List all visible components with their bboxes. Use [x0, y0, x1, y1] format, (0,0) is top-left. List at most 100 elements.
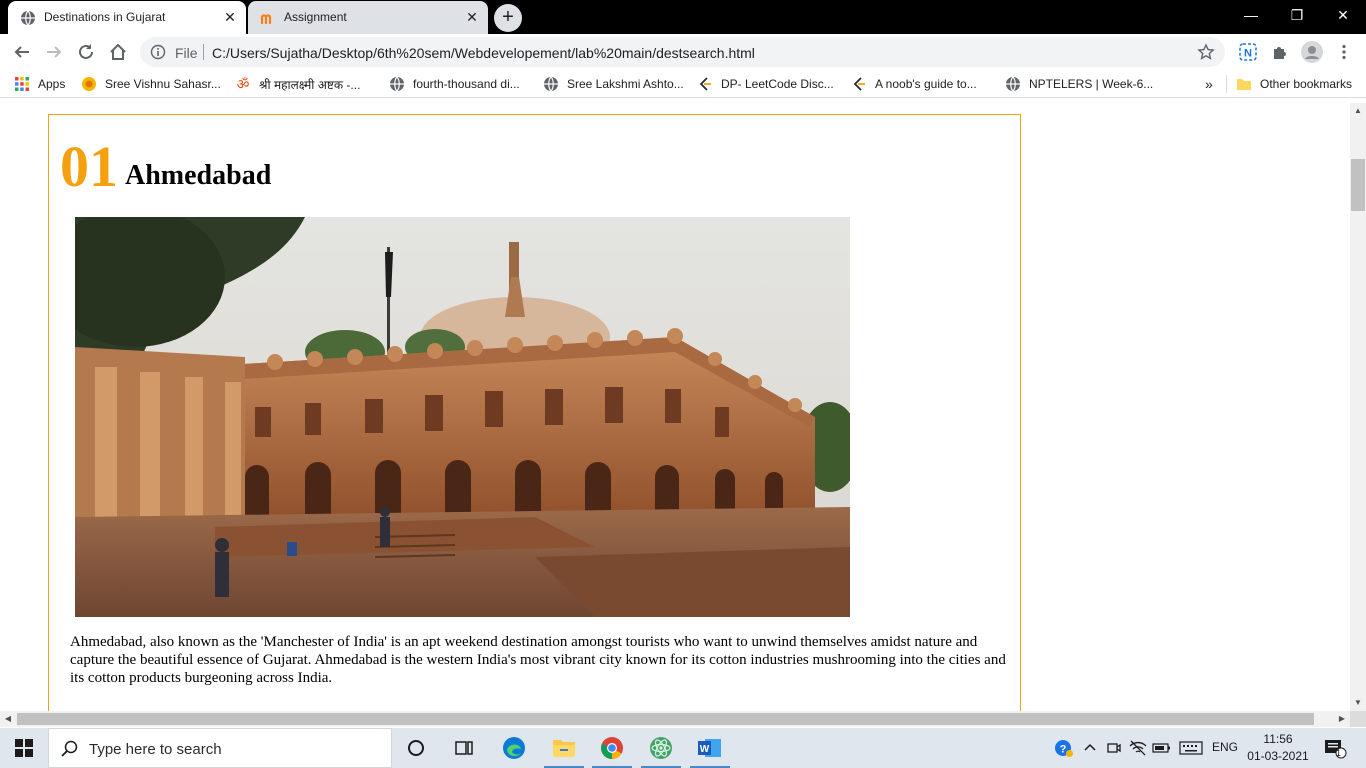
keyboard-icon[interactable]: [1178, 738, 1204, 758]
sun-icon: [81, 76, 97, 92]
extension-n-icon[interactable]: N: [1236, 40, 1260, 64]
leetcode-icon: [697, 76, 713, 92]
close-tab-icon[interactable]: ✕: [464, 9, 480, 25]
globe-icon: [543, 76, 559, 92]
address-bar[interactable]: File C:/Users/Sujatha/Desktop/6th%20sem/…: [140, 37, 1225, 67]
bookmark-label: fourth-thousand di...: [413, 77, 520, 91]
file-explorer-icon[interactable]: [540, 728, 588, 768]
help-icon[interactable]: ?: [1054, 738, 1074, 758]
close-tab-icon[interactable]: ✕: [222, 9, 238, 25]
windows-start-icon[interactable]: [0, 728, 48, 768]
system-clock[interactable]: 11:56 01-03-2021: [1246, 731, 1310, 765]
menu-kebab-icon[interactable]: [1332, 40, 1356, 64]
network-offline-icon[interactable]: [1128, 738, 1148, 758]
bookmark-label: Sree Lakshmi Ashto...: [567, 77, 684, 91]
atom-editor-icon[interactable]: [637, 728, 685, 768]
tab-title: Assignment: [284, 10, 347, 24]
new-tab-button[interactable]: +: [494, 4, 522, 32]
horizontal-scroll-thumb[interactable]: [17, 713, 1314, 725]
search-icon: [61, 740, 79, 758]
bookmark-label: श्री महालक्ष्मी अष्टक -...: [259, 77, 361, 92]
meet-now-icon[interactable]: [1104, 738, 1124, 758]
extensions-puzzle-icon[interactable]: [1268, 40, 1292, 64]
bookmark-label: Sree Vishnu Sahasr...: [105, 77, 221, 91]
back-icon[interactable]: [10, 40, 34, 64]
url-text[interactable]: C:/Users/Sujatha/Desktop/6th%20sem/Webde…: [212, 45, 755, 61]
chevron-up-icon[interactable]: [1080, 738, 1100, 758]
minimize-icon[interactable]: —: [1228, 0, 1274, 30]
reload-icon[interactable]: [74, 40, 98, 64]
scheme-label: File: [175, 45, 198, 61]
destination-photo: [75, 217, 850, 617]
globe-icon: [389, 76, 405, 92]
bookmark-noob-guide[interactable]: A noob's guide to...: [851, 75, 977, 93]
tab-title: Destinations in Gujarat: [44, 10, 166, 24]
vertical-scrollbar[interactable]: ▲ ▼: [1350, 103, 1366, 711]
bookmark-label: A noob's guide to...: [875, 77, 977, 91]
moodle-icon: [260, 10, 276, 26]
apps-grid-icon: [14, 76, 30, 92]
close-window-icon[interactable]: ✕: [1320, 0, 1366, 30]
profile-avatar-icon[interactable]: [1300, 40, 1324, 64]
bookmark-dp-leetcode[interactable]: DP- LeetCode Disc...: [697, 75, 834, 93]
svg-text:N: N: [1244, 48, 1252, 60]
bookmark-apps[interactable]: Apps: [14, 75, 65, 93]
scroll-right-icon[interactable]: ▶: [1334, 711, 1350, 727]
other-bookmarks-label: Other bookmarks: [1260, 77, 1353, 91]
forward-icon[interactable]: [42, 40, 66, 64]
bookmark-mahalakshmi[interactable]: ॐ श्री महालक्ष्मी अष्टक -...: [235, 75, 361, 93]
cortana-icon[interactable]: [392, 728, 440, 768]
input-language[interactable]: ENG: [1212, 740, 1238, 754]
omnibox-divider: [203, 44, 204, 60]
scroll-down-icon[interactable]: ▼: [1350, 695, 1366, 711]
page-viewport: 01 Ahmedabad Ahmedabad, also known as th…: [0, 103, 1350, 711]
bookmark-fourth-thousand[interactable]: fourth-thousand di...: [389, 75, 520, 93]
bookmarks-divider: [1226, 75, 1227, 93]
bookmark-vishnu[interactable]: Sree Vishnu Sahasr...: [81, 75, 221, 93]
vertical-scroll-thumb[interactable]: [1351, 159, 1365, 211]
bookmark-lakshmi[interactable]: Sree Lakshmi Ashto...: [543, 75, 684, 93]
clock-date: 01-03-2021: [1247, 749, 1309, 763]
bookmarks-bar: Apps Sree Vishnu Sahasr... ॐ श्री महालक्…: [0, 70, 1366, 98]
bookmark-star-icon[interactable]: [1197, 43, 1215, 61]
browser-toolbar: File C:/Users/Sujatha/Desktop/6th%20sem/…: [0, 34, 1366, 70]
taskbar-search-box[interactable]: Type here to search: [48, 728, 392, 768]
clock-time: 11:56: [1263, 732, 1293, 746]
chrome-icon[interactable]: [588, 728, 636, 768]
edge-icon[interactable]: [490, 728, 538, 768]
scrollbar-corner: [1350, 711, 1366, 727]
bookmark-nptelers[interactable]: NPTELERS | Week-6...: [1005, 75, 1153, 93]
destination-title: Ahmedabad: [125, 160, 272, 191]
om-icon: ॐ: [236, 76, 250, 92]
leetcode-icon: [851, 76, 867, 92]
tab-strip: Destinations in Gujarat ✕ Assignment ✕ +…: [0, 0, 1366, 34]
svg-text:W: W: [700, 744, 710, 755]
notification-center-icon[interactable]: 1: [1322, 738, 1348, 759]
windows-taskbar: Type here to search W ? ENG 11:56 01-03-…: [0, 728, 1366, 768]
bookmark-label: NPTELERS | Week-6...: [1029, 77, 1154, 91]
svg-text:?: ?: [1060, 744, 1067, 756]
destination-number: 01: [60, 134, 118, 199]
search-placeholder: Type here to search: [89, 741, 222, 758]
bookmark-label: Apps: [38, 77, 66, 91]
horizontal-scrollbar[interactable]: ◀ ▶: [0, 711, 1350, 727]
scroll-up-icon[interactable]: ▲: [1350, 103, 1366, 119]
restore-icon[interactable]: ❐: [1274, 0, 1320, 30]
notification-count: 1: [1336, 748, 1342, 758]
bookmarks-overflow-button[interactable]: »: [1205, 75, 1213, 93]
bookmark-label: DP- LeetCode Disc...: [721, 77, 834, 91]
other-bookmarks[interactable]: Other bookmarks: [1236, 75, 1352, 93]
battery-icon[interactable]: [1152, 738, 1172, 758]
info-icon[interactable]: [150, 44, 166, 60]
tab-destinations[interactable]: Destinations in Gujarat ✕: [8, 1, 246, 34]
scroll-left-icon[interactable]: ◀: [0, 711, 16, 727]
task-view-icon[interactable]: [440, 728, 488, 768]
word-icon[interactable]: W: [686, 728, 734, 768]
globe-icon: [20, 10, 36, 26]
globe-icon: [1005, 76, 1021, 92]
destination-description: Ahmedabad, also known as the 'Manchester…: [70, 634, 1006, 686]
home-icon[interactable]: [106, 40, 130, 64]
folder-icon: [1236, 76, 1252, 92]
tab-assignment[interactable]: Assignment ✕: [248, 1, 488, 34]
destination-card: 01 Ahmedabad Ahmedabad, also known as th…: [48, 114, 1021, 711]
